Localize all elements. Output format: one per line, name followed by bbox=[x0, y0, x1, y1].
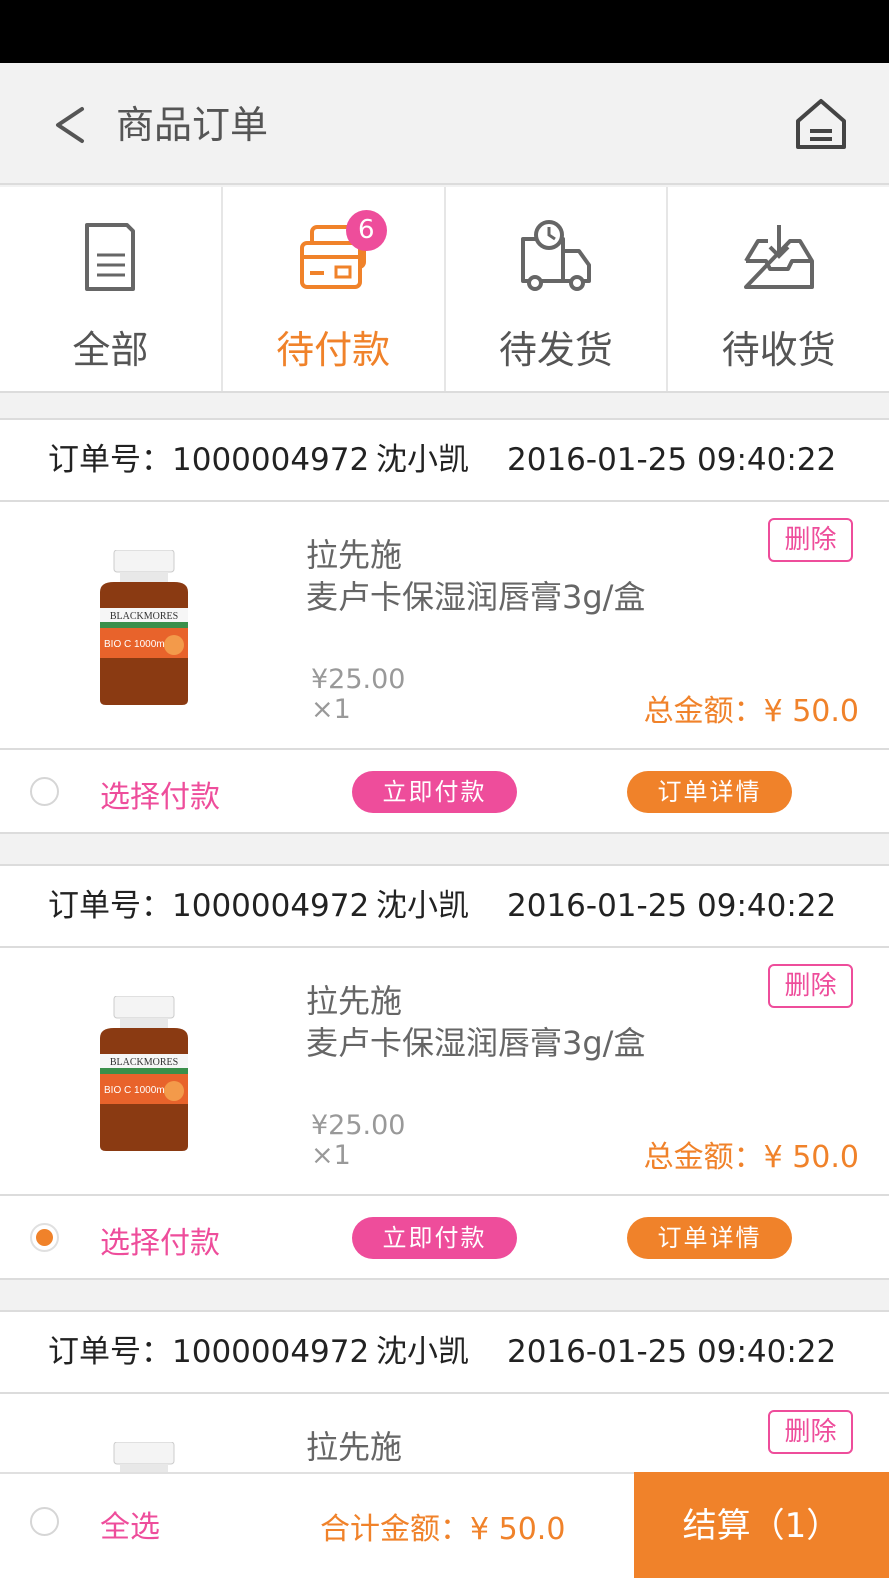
pay-now-button[interactable]: 立即付款 bbox=[352, 1217, 517, 1259]
nav-bar: 商品订单 bbox=[0, 63, 889, 185]
product-quantity: ×1 bbox=[311, 694, 351, 725]
order-number: 订单号：1000004972 bbox=[48, 442, 370, 478]
customer-name: 沈小凯 bbox=[376, 888, 469, 924]
checkout-button[interactable]: 结算（1） bbox=[634, 1472, 889, 1578]
back-arrow-icon bbox=[56, 107, 84, 143]
tab-pending-receipt-label: 待收货 bbox=[721, 328, 836, 372]
product-brand: 拉先施 bbox=[306, 1428, 403, 1466]
order-product[interactable]: 拉先施 删除 bbox=[0, 1394, 889, 1472]
order-actions: 选择付款 立即付款 订单详情 bbox=[0, 1196, 889, 1280]
pay-now-button[interactable]: 立即付款 bbox=[352, 771, 517, 813]
product-label-text: BIO C 1000mg bbox=[104, 639, 170, 650]
tab-pending-payment-label: 待付款 bbox=[276, 328, 391, 372]
order-product[interactable]: BLACKMORES BIO C 1000mg 拉先施 麦卢卡保湿润唇膏3g/盒… bbox=[0, 948, 889, 1196]
delete-button[interactable]: 删除 bbox=[768, 1410, 853, 1454]
pending-count-badge: 6 bbox=[345, 210, 387, 251]
product-brand-logo: BLACKMORES bbox=[110, 611, 178, 622]
order-product[interactable]: BLACKMORES BIO C 1000mg 拉先施 麦卢卡保湿润唇膏3g/盒… bbox=[0, 502, 889, 750]
order-time: 2016-01-25 09:40:22 bbox=[507, 442, 837, 478]
product-image: BLACKMORES BIO C 1000mg bbox=[100, 550, 188, 705]
order-card: 订单号：1000004972 沈小凯 2016-01-25 09:40:22 B… bbox=[0, 418, 889, 834]
select-all-label[interactable]: 全选 bbox=[100, 1502, 160, 1546]
page-title: 商品订单 bbox=[116, 103, 269, 147]
product-price: ¥25.00 bbox=[311, 1110, 406, 1141]
product-image: BLACKMORES BIO C 1000mg bbox=[100, 996, 188, 1151]
product-price: ¥25.00 bbox=[311, 664, 406, 695]
product-brand: 拉先施 bbox=[306, 536, 403, 574]
back-button[interactable] bbox=[44, 97, 94, 153]
order-header: 订单号：1000004972 沈小凯 2016-01-25 09:40:22 bbox=[0, 1310, 889, 1394]
order-time: 2016-01-25 09:40:22 bbox=[507, 888, 837, 924]
select-radio[interactable] bbox=[30, 777, 59, 806]
home-icon bbox=[796, 99, 846, 149]
tab-pending-shipment[interactable]: 待发货 bbox=[446, 187, 669, 391]
product-brand: 拉先施 bbox=[306, 982, 403, 1020]
order-actions: 选择付款 立即付款 订单详情 bbox=[0, 750, 889, 834]
select-radio[interactable] bbox=[30, 1223, 59, 1252]
product-brand-logo: BLACKMORES bbox=[110, 1057, 178, 1068]
order-total: 总金额：¥ 50.0 bbox=[643, 694, 859, 729]
order-time: 2016-01-25 09:40:22 bbox=[507, 1334, 837, 1370]
product-image bbox=[113, 1442, 175, 1472]
product-label-text: BIO C 1000mg bbox=[104, 1085, 170, 1096]
document-icon bbox=[85, 223, 136, 291]
inbox-icon bbox=[743, 225, 814, 289]
home-button[interactable] bbox=[792, 95, 850, 153]
delete-button[interactable]: 删除 bbox=[768, 964, 853, 1008]
order-status-tabs: 全部 6 待付款 待发货 待收货 bbox=[0, 187, 889, 393]
checkout-bar: 全选 合计金额：¥ 50.0 结算（1） bbox=[0, 1472, 889, 1578]
order-detail-button[interactable]: 订单详情 bbox=[627, 1217, 792, 1259]
order-number: 订单号：1000004972 bbox=[48, 1334, 370, 1370]
order-header: 订单号：1000004972 沈小凯 2016-01-25 09:40:22 bbox=[0, 418, 889, 502]
select-payment-label[interactable]: 选择付款 bbox=[100, 1218, 220, 1262]
order-number: 订单号：1000004972 bbox=[48, 888, 370, 924]
truck-icon bbox=[520, 220, 591, 291]
tab-all-label: 全部 bbox=[72, 328, 149, 372]
delete-button[interactable]: 删除 bbox=[768, 518, 853, 562]
order-detail-button[interactable]: 订单详情 bbox=[627, 771, 792, 813]
status-bar bbox=[0, 0, 889, 63]
tab-pending-receipt[interactable]: 待收货 bbox=[668, 187, 889, 391]
tab-all[interactable]: 全部 bbox=[0, 187, 223, 391]
tab-pending-payment[interactable]: 6 待付款 bbox=[223, 187, 446, 391]
order-card: 订单号：1000004972 沈小凯 2016-01-25 09:40:22 B… bbox=[0, 864, 889, 1280]
product-name: 麦卢卡保湿润唇膏3g/盒 bbox=[306, 1024, 646, 1062]
select-payment-label[interactable]: 选择付款 bbox=[100, 772, 220, 816]
order-total: 总金额：¥ 50.0 bbox=[643, 1140, 859, 1175]
tab-pending-shipment-label: 待发货 bbox=[498, 328, 613, 372]
order-header: 订单号：1000004972 沈小凯 2016-01-25 09:40:22 bbox=[0, 864, 889, 948]
order-card: 订单号：1000004972 沈小凯 2016-01-25 09:40:22 拉… bbox=[0, 1310, 889, 1472]
sum-total: 合计金额：¥ 50.0 bbox=[320, 1512, 566, 1547]
customer-name: 沈小凯 bbox=[376, 1334, 469, 1370]
customer-name: 沈小凯 bbox=[376, 442, 469, 478]
product-quantity: ×1 bbox=[311, 1140, 351, 1171]
select-all-radio[interactable] bbox=[30, 1507, 59, 1536]
product-name: 麦卢卡保湿润唇膏3g/盒 bbox=[306, 578, 646, 616]
